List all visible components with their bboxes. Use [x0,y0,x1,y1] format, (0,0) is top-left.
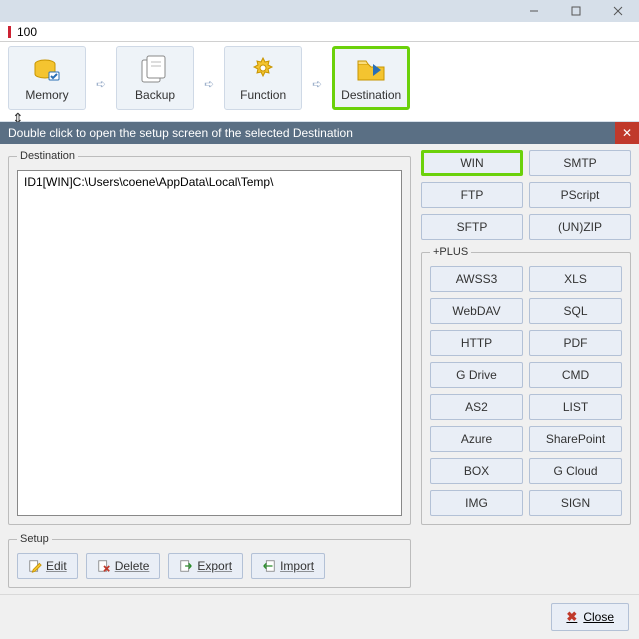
awss3-button[interactable]: AWSS3 [430,266,523,292]
edit-icon [28,559,42,573]
window-titlebar [0,0,639,22]
delete-button[interactable]: Delete [86,553,161,579]
plus-group: +PLUS AWSS3 XLS WebDAV SQL HTTP PDF G Dr… [421,246,631,525]
close-icon: ✖ [566,609,577,625]
edit-button[interactable]: Edit [17,553,78,579]
footer: ✖ Close [0,594,639,639]
hint-bar: Double click to open the setup screen of… [0,122,639,144]
sign-button[interactable]: SIGN [529,490,622,516]
destination-step-label: Destination [341,88,401,102]
function-step-label: Function [240,88,286,102]
delete-icon [97,559,111,573]
close-button[interactable]: ✖ Close [551,603,629,631]
gcloud-button[interactable]: G Cloud [529,458,622,484]
xls-button[interactable]: XLS [529,266,622,292]
sftp-button[interactable]: SFTP [421,214,523,240]
sql-button[interactable]: SQL [529,298,622,324]
setup-group: Setup Edit Delete Export Import [8,533,411,588]
gdrive-button[interactable]: G Drive [430,362,523,388]
import-icon [262,559,276,573]
maximize-button[interactable] [555,0,597,22]
pdf-button[interactable]: PDF [529,330,622,356]
destination-legend: Destination [17,150,78,162]
memory-step-label: Memory [25,88,68,102]
arrow-icon: ➪ [96,77,106,91]
setup-legend: Setup [17,533,52,545]
destination-group: Destination ID1[WIN]C:\Users\coene\AppDa… [8,150,411,525]
import-button[interactable]: Import [251,553,325,579]
window-close-button[interactable] [597,0,639,22]
destination-step-button[interactable]: Destination [332,46,410,110]
minimize-button[interactable] [513,0,555,22]
pscript-button[interactable]: PScript [529,182,631,208]
http-button[interactable]: HTTP [430,330,523,356]
arrow-icon: ➪ [312,77,322,91]
ribbon-bar: 100 [0,22,639,42]
unzip-button[interactable]: (UN)ZIP [529,214,631,240]
list-button[interactable]: LIST [529,394,622,420]
memory-step-button[interactable]: Memory [8,46,86,110]
img-button[interactable]: IMG [430,490,523,516]
ftp-button[interactable]: FTP [421,182,523,208]
export-button[interactable]: Export [168,553,243,579]
sharepoint-button[interactable]: SharePoint [529,426,622,452]
as2-button[interactable]: AS2 [430,394,523,420]
ribbon-value: 100 [17,25,37,39]
backup-step-label: Backup [135,88,175,102]
list-item[interactable]: ID1[WIN]C:\Users\coene\AppData\Local\Tem… [24,175,395,189]
destination-list[interactable]: ID1[WIN]C:\Users\coene\AppData\Local\Tem… [17,170,402,516]
smtp-button[interactable]: SMTP [529,150,631,176]
hint-text: Double click to open the setup screen of… [8,126,353,140]
function-step-button[interactable]: Function [224,46,302,110]
box-button[interactable]: BOX [430,458,523,484]
step-toolbar: Memory ➪ Backup ➪ Function ➪ Destination [0,42,639,122]
win-button[interactable]: WIN [421,150,523,176]
category-grid: WIN SMTP FTP PScript SFTP (UN)ZIP [421,150,631,240]
hint-close-button[interactable]: ✕ [615,122,639,144]
cmd-button[interactable]: CMD [529,362,622,388]
export-icon [179,559,193,573]
arrow-icon: ➪ [204,77,214,91]
webdav-button[interactable]: WebDAV [430,298,523,324]
backup-step-button[interactable]: Backup [116,46,194,110]
plus-legend: +PLUS [430,246,471,258]
app-icon [8,26,11,38]
azure-button[interactable]: Azure [430,426,523,452]
